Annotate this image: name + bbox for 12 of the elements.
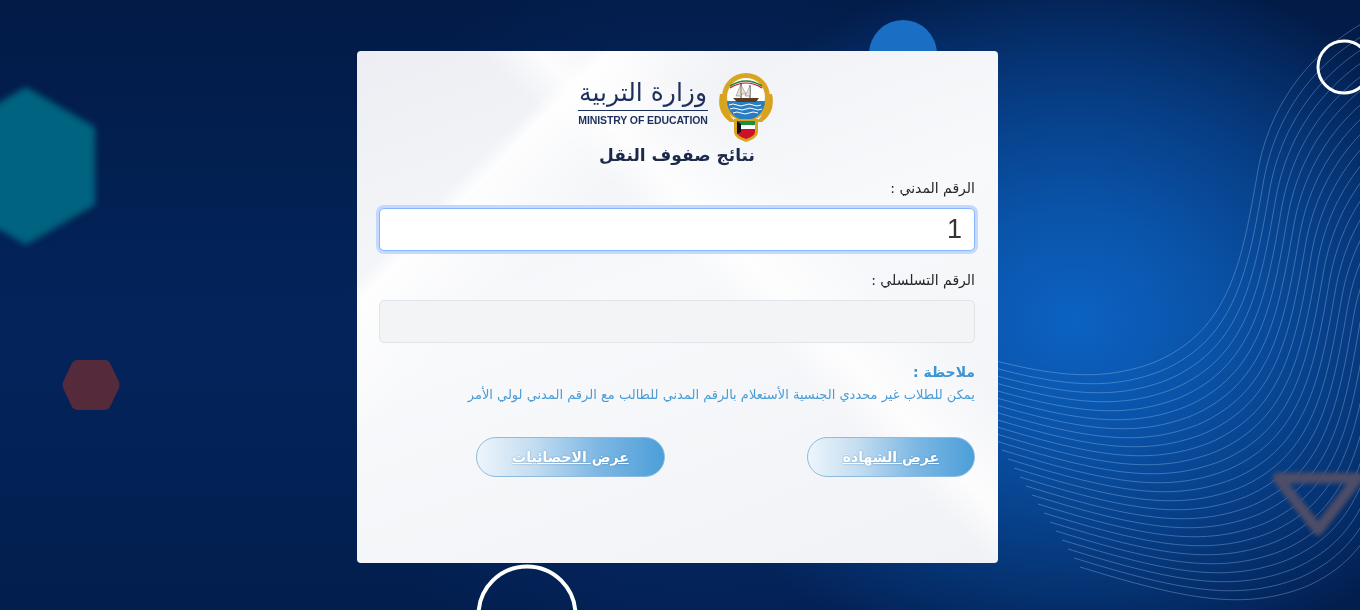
field-label: الرقم المدني : (890, 179, 975, 198)
page-title: نتائج صفوف النقل (599, 144, 755, 166)
action-button[interactable]: عرض الاحصائيات (476, 437, 665, 477)
text-input-field[interactable]: 1 (379, 208, 975, 251)
note-heading: ملاحظة : (913, 363, 975, 382)
action-button[interactable]: عرض الشهادة (806, 437, 975, 477)
ministry-name-english: MINISTRY OF EDUCATION (578, 114, 708, 126)
ministry-name-arabic: وزارة التربية (579, 78, 707, 108)
note-text: يمكن للطلاب غير محددي الجنسية الأستعلام بالرقم المدني للطالب مع الرقم المدني لولي الأمر (466, 385, 975, 405)
field-label: الرقم التسلسلي : (871, 271, 975, 290)
hexagon-shape (62, 359, 120, 411)
ring-shape (1314, 39, 1360, 95)
